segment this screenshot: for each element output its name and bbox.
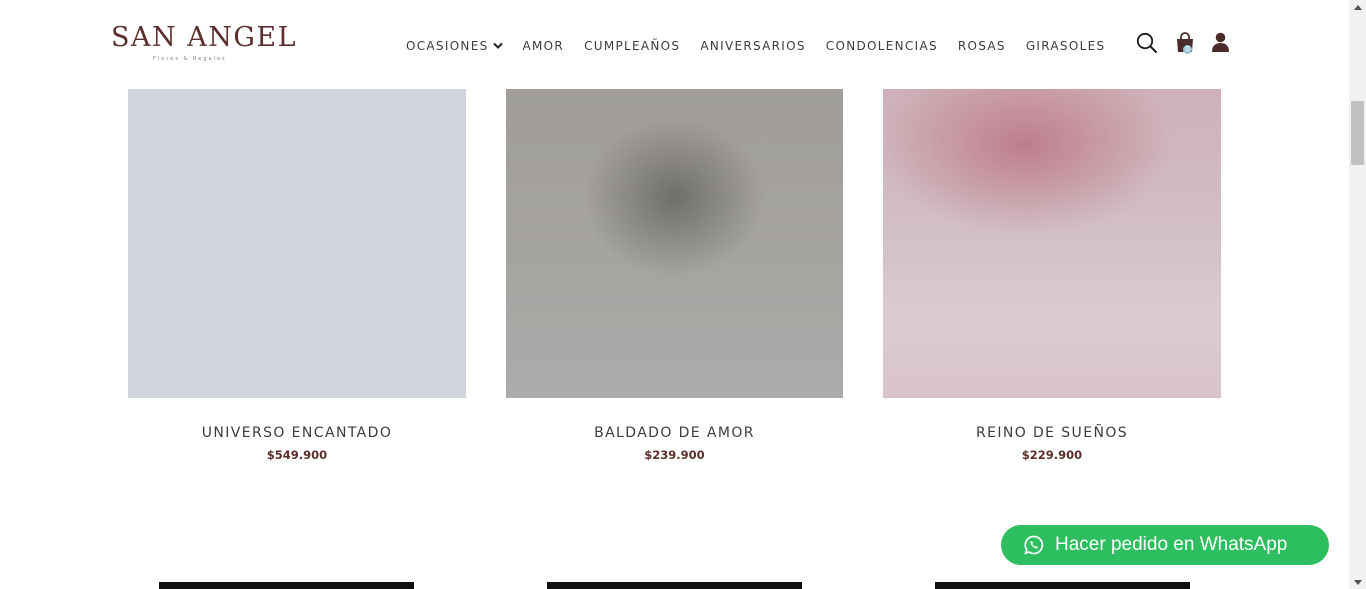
- nav-item-amor[interactable]: AMOR: [523, 38, 565, 54]
- product-card[interactable]: BALDADO DE AMOR $239.900: [506, 89, 843, 462]
- product-name[interactable]: UNIVERSO ENCANTADO: [128, 425, 466, 441]
- nav-item-condolencias[interactable]: CONDOLENCIAS: [826, 38, 938, 54]
- brand-logo[interactable]: SAN ANGEL Flores & Regalos: [111, 22, 296, 66]
- product-image[interactable]: [883, 89, 1221, 398]
- product-image-partial[interactable]: [159, 582, 414, 589]
- brand-name: SAN ANGEL: [111, 22, 298, 53]
- nav-item-cumpleanos[interactable]: CUMPLEAÑOS: [584, 38, 680, 54]
- cart-count-badge: 0: [1183, 45, 1192, 54]
- brand-tagline: Flores & Regalos: [153, 56, 227, 62]
- user-icon[interactable]: [1211, 32, 1230, 53]
- product-name[interactable]: BALDADO DE AMOR: [506, 425, 843, 441]
- vertical-scrollbar[interactable]: [1349, 0, 1366, 589]
- whatsapp-button-label: Hacer pedido en WhatsApp: [1055, 534, 1288, 555]
- chevron-down-icon: [492, 42, 503, 49]
- product-price: $549.900: [266, 448, 328, 462]
- main-nav: OCASIONES AMOR CUMPLEAÑOS ANIVERSARIOS C…: [406, 38, 1125, 54]
- whatsapp-order-button[interactable]: Hacer pedido en WhatsApp: [1001, 525, 1329, 565]
- product-image[interactable]: [506, 89, 843, 398]
- scrollbar-thumb[interactable]: [1351, 101, 1364, 165]
- nav-item-aniversarios[interactable]: ANIVERSARIOS: [700, 38, 805, 54]
- scroll-up-arrow-icon[interactable]: [1349, 0, 1366, 14]
- product-price: $229.900: [1021, 448, 1083, 462]
- product-name[interactable]: REINO DE SUEÑOS: [883, 425, 1221, 441]
- search-icon[interactable]: [1136, 32, 1158, 54]
- product-image-partial[interactable]: [935, 582, 1190, 589]
- nav-item-rosas[interactable]: ROSAS: [958, 38, 1006, 54]
- whatsapp-icon: [1024, 535, 1044, 555]
- scroll-down-arrow-icon[interactable]: [1349, 575, 1366, 589]
- site-header: SAN ANGEL Flores & Regalos OCASIONES AMO…: [0, 0, 1349, 88]
- nav-item-girasoles[interactable]: GIRASOLES: [1026, 38, 1106, 54]
- nav-item-label: OCASIONES: [406, 39, 489, 53]
- product-card[interactable]: UNIVERSO ENCANTADO $549.900: [128, 89, 466, 462]
- product-price: $239.900: [644, 448, 705, 462]
- product-image[interactable]: [128, 89, 466, 398]
- product-card[interactable]: REINO DE SUEÑOS $229.900: [883, 89, 1221, 462]
- nav-item-ocasiones[interactable]: OCASIONES: [406, 38, 503, 54]
- product-image-partial[interactable]: [547, 582, 802, 589]
